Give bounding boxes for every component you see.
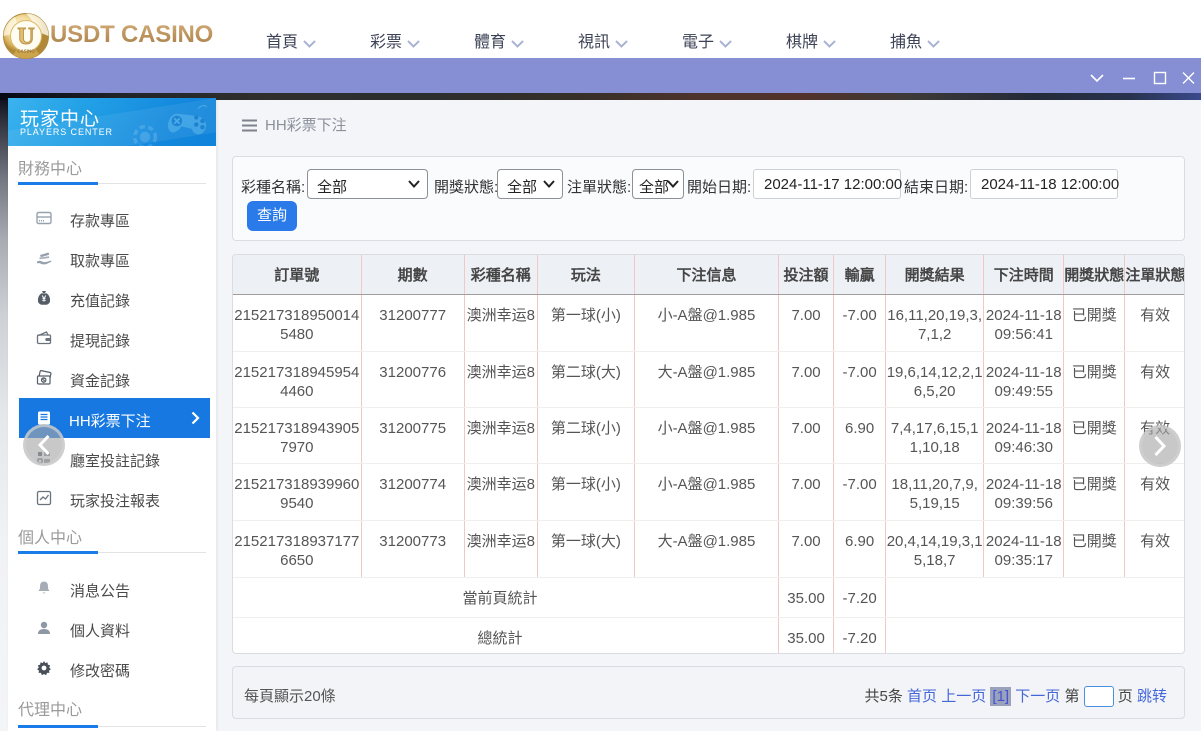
- svg-text:CASINO: CASINO: [17, 49, 35, 54]
- svg-text:¥: ¥: [42, 295, 47, 304]
- svg-text:U: U: [17, 24, 34, 50]
